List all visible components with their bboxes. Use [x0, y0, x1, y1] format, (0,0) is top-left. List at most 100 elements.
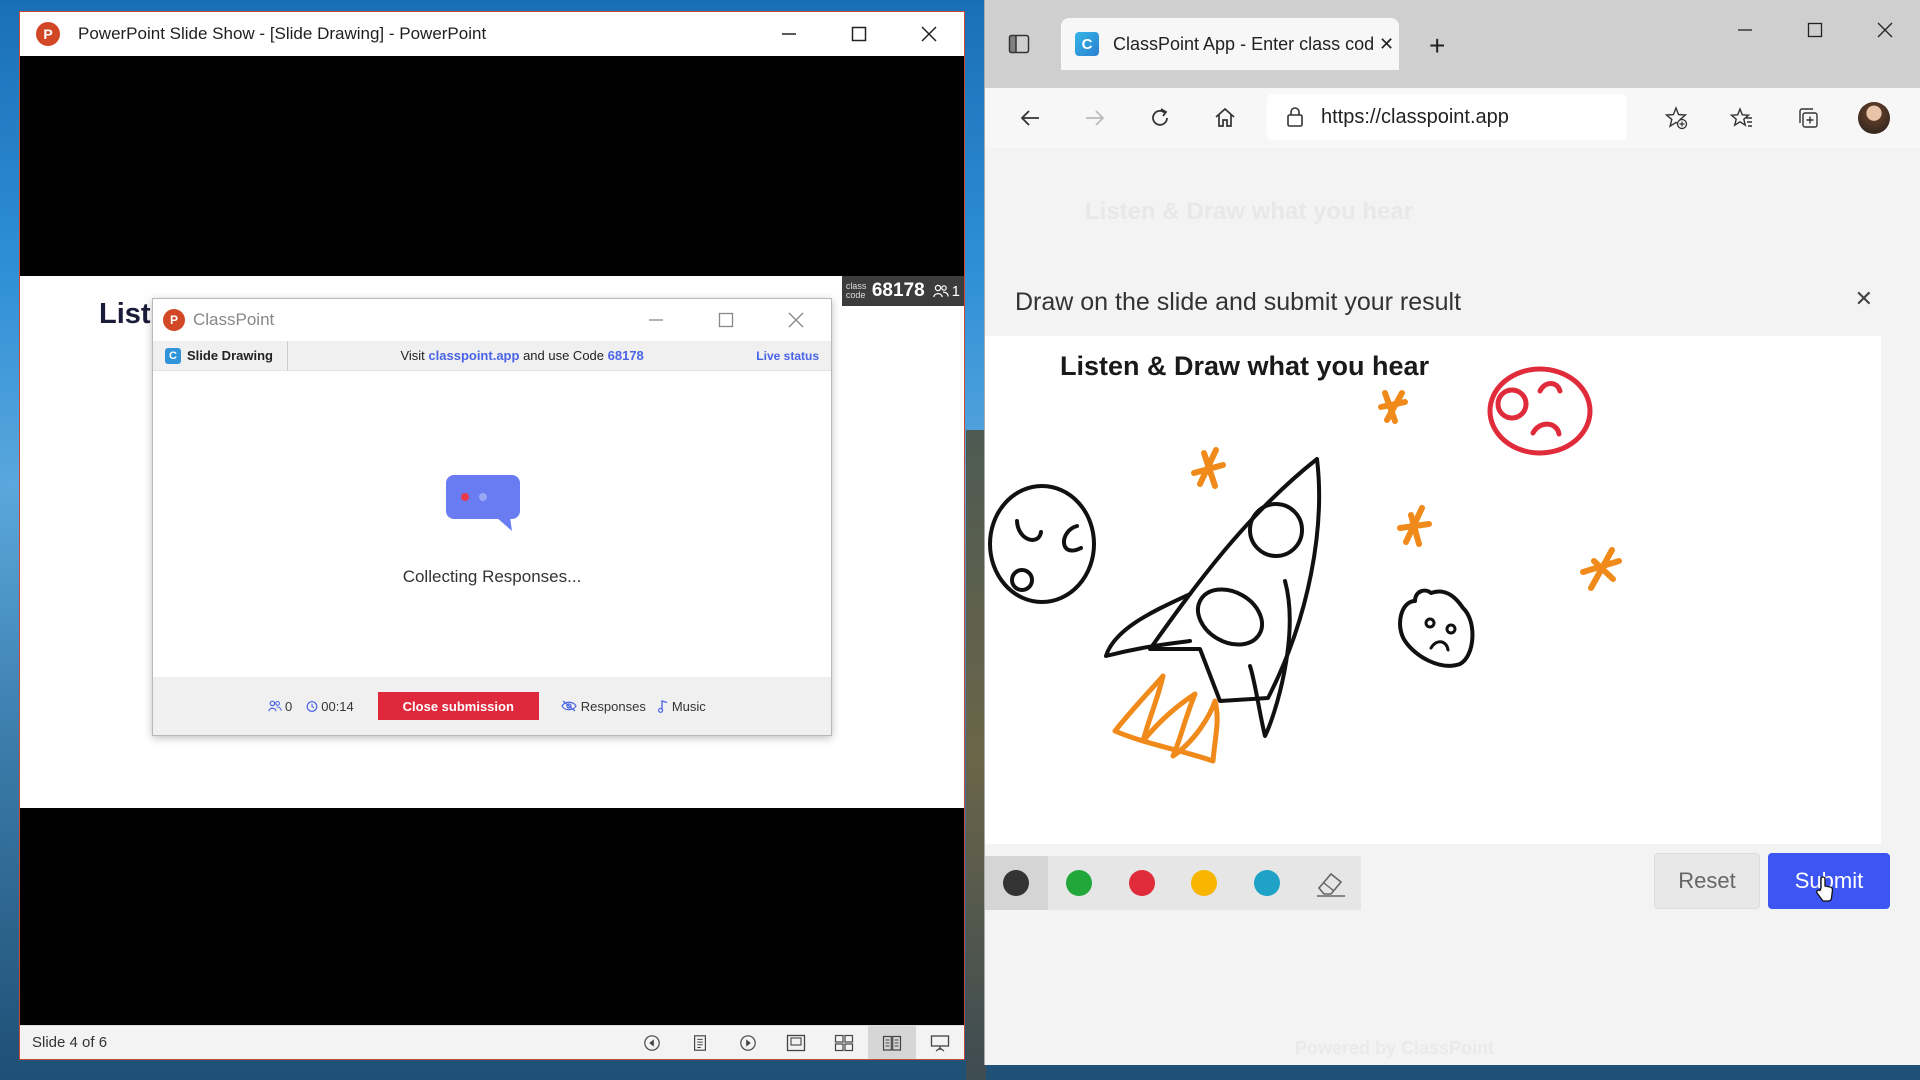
live-status-link[interactable]: Live status	[756, 349, 819, 363]
classpoint-dialog: P ClassPoint C Slide Drawing Visit class…	[152, 298, 832, 736]
canvas-slide-title: Listen & Draw what you hear	[1060, 351, 1430, 381]
maximize-button[interactable]	[824, 12, 894, 56]
new-tab-button[interactable]: +	[1429, 30, 1445, 62]
classpoint-favicon-icon: C	[1075, 32, 1099, 56]
color-swatch-yellow[interactable]	[1173, 856, 1236, 910]
browser-minimize-button[interactable]	[1710, 0, 1780, 60]
slide-show-button[interactable]	[916, 1026, 964, 1059]
swatch-dot	[1191, 870, 1218, 896]
previous-slide-button[interactable]	[628, 1026, 676, 1059]
reset-button[interactable]: Reset	[1654, 853, 1760, 909]
responses-counter: 0	[268, 699, 292, 714]
normal-view-icon	[786, 1034, 806, 1051]
slide-title: List	[99, 298, 151, 330]
close-icon	[1877, 22, 1893, 38]
tab-label: Slide Drawing	[187, 348, 273, 363]
tab-actions-icon[interactable]	[1007, 32, 1031, 56]
responses-button[interactable]: Responses	[561, 699, 646, 714]
refresh-icon	[1152, 108, 1168, 126]
previous-icon	[644, 1034, 660, 1051]
refresh-button[interactable]	[1135, 98, 1185, 138]
minimize-icon	[649, 319, 663, 321]
forward-button[interactable]	[1070, 98, 1120, 138]
collections-icon	[1799, 108, 1818, 128]
favorites-button[interactable]	[1719, 98, 1765, 138]
slide-counter: Slide 4 of 6	[32, 1034, 108, 1051]
tab-slide-drawing[interactable]: C Slide Drawing	[153, 341, 288, 370]
reading-view-icon	[882, 1035, 902, 1051]
tab-title: ClassPoint App - Enter class code	[1113, 33, 1375, 54]
next-slide-button[interactable]	[724, 1026, 772, 1059]
tab-close-icon[interactable]: ✕	[1379, 34, 1394, 55]
home-button[interactable]	[1200, 98, 1250, 138]
classpoint-web-page: Listen & Draw what you hear Draw on the …	[985, 148, 1920, 1065]
eraser-button[interactable]	[1298, 856, 1361, 910]
music-button[interactable]: Music	[657, 699, 706, 714]
class-code-badge[interactable]: class code 68178 1	[841, 276, 964, 306]
next-icon	[740, 1034, 756, 1051]
timer-icon	[306, 701, 318, 712]
swatch-dot	[1066, 870, 1092, 896]
browser-maximize-button[interactable]	[1780, 0, 1850, 60]
address-bar[interactable]: https://classpoint.app	[1267, 94, 1627, 140]
background-slide-title: Listen & Draw what you hear	[1085, 198, 1414, 225]
hand-cursor-icon	[1816, 876, 1834, 902]
class-code-caption: class code	[845, 281, 867, 300]
maximize-icon	[851, 26, 867, 42]
minimize-icon	[1738, 29, 1752, 31]
color-swatch-black[interactable]	[985, 856, 1048, 910]
close-button[interactable]	[894, 12, 964, 56]
avatar	[1858, 102, 1890, 134]
participants-count: 1	[951, 282, 960, 300]
lock-icon[interactable]	[1285, 106, 1305, 128]
music-note-icon	[657, 699, 668, 713]
back-button[interactable]	[1005, 98, 1055, 138]
powered-by-footer: Powered by ClassPoint	[1295, 1038, 1495, 1058]
close-submission-button[interactable]: Close submission	[377, 692, 539, 720]
classpoint-minimize-button[interactable]	[621, 299, 691, 341]
close-icon	[921, 26, 937, 42]
classpoint-maximize-button[interactable]	[691, 299, 761, 341]
close-icon	[788, 312, 804, 328]
chat-bubble-icon	[446, 475, 520, 531]
color-swatch-green[interactable]	[1048, 856, 1111, 910]
color-swatch-teal[interactable]	[1236, 856, 1299, 910]
favorites-icon	[1730, 107, 1752, 127]
normal-view-button[interactable]	[772, 1026, 820, 1059]
notes-button[interactable]	[676, 1026, 724, 1059]
profile-button[interactable]	[1851, 98, 1897, 138]
color-swatch-red[interactable]	[1110, 856, 1173, 910]
classpoint-logo-icon: P	[163, 309, 185, 331]
reading-view-button[interactable]	[868, 1026, 916, 1059]
classpoint-body: Collecting Responses...	[153, 371, 831, 676]
classpoint-close-button[interactable]	[761, 299, 831, 341]
classpoint-title: ClassPoint	[193, 310, 275, 329]
collections-button[interactable]	[1785, 98, 1831, 138]
drawing-canvas[interactable]: Listen & Draw what you hear	[985, 336, 1881, 844]
window-title: PowerPoint Slide Show - [Slide Drawing] …	[78, 24, 487, 43]
join-code: 68178	[607, 348, 644, 363]
url-text: https://classpoint.app	[1321, 105, 1509, 128]
star-add-icon	[1664, 106, 1688, 130]
browser-close-button[interactable]	[1850, 0, 1920, 60]
maximize-icon	[1807, 22, 1823, 38]
slide-show-icon	[930, 1034, 950, 1051]
slide-sorter-button[interactable]	[820, 1026, 868, 1059]
maximize-icon	[718, 312, 734, 328]
browser-tab-classpoint[interactable]: C ClassPoint App - Enter class code ✕	[1061, 18, 1399, 70]
arrow-right-icon	[1086, 110, 1105, 126]
swatch-dot	[1003, 870, 1030, 896]
classpoint-link[interactable]: classpoint.app	[428, 348, 519, 363]
participants-icon	[932, 284, 949, 298]
powerpoint-logo-icon: P	[36, 22, 60, 46]
student-drawing	[988, 366, 1622, 764]
eraser-icon	[1316, 872, 1345, 897]
add-favorite-button[interactable]	[1653, 98, 1699, 138]
minimize-button[interactable]	[754, 12, 824, 56]
slideshow-status-bar: Slide 4 of 6	[20, 1025, 964, 1059]
arrow-left-icon	[1020, 110, 1039, 126]
join-instructions: Visit classpoint.app and use Code 68178	[400, 348, 644, 363]
modal-close-icon[interactable]: ✕	[1855, 286, 1873, 312]
desktop-background	[966, 430, 986, 1080]
home-icon	[1215, 107, 1235, 127]
